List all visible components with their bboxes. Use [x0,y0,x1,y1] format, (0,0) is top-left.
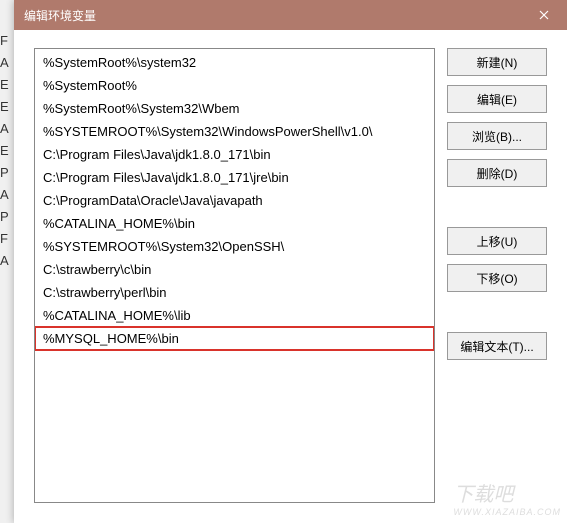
movedown-button[interactable]: 下移(O) [447,264,547,292]
moveup-button[interactable]: 上移(U) [447,227,547,255]
list-item[interactable]: %SystemRoot% [35,74,434,97]
list-item[interactable]: C:\Program Files\Java\jdk1.8.0_171\bin [35,143,434,166]
list-item[interactable]: C:\ProgramData\Oracle\Java\javapath [35,189,434,212]
window-title: 编辑环境变量 [24,7,96,24]
path-listbox-inner: %SystemRoot%\system32%SystemRoot%%System… [35,49,434,352]
list-item[interactable]: %SYSTEMROOT%\System32\OpenSSH\ [35,235,434,258]
list-item[interactable]: %SYSTEMROOT%\System32\WindowsPowerShell\… [35,120,434,143]
list-item[interactable]: C:\strawberry\perl\bin [35,281,434,304]
button-column: 新建(N) 编辑(E) 浏览(B)... 删除(D) 上移(U) 下移(O) 编… [447,48,547,505]
path-listbox[interactable]: %SystemRoot%\system32%SystemRoot%%System… [34,48,435,503]
list-item[interactable]: %CATALINA_HOME%\bin [35,212,434,235]
list-item[interactable]: %MYSQL_HOME%\bin [35,327,434,350]
edittext-button[interactable]: 编辑文本(T)... [447,332,547,360]
list-item[interactable]: %SystemRoot%\System32\Wbem [35,97,434,120]
edit-button[interactable]: 编辑(E) [447,85,547,113]
delete-button[interactable]: 删除(D) [447,159,547,187]
dialog-window: 编辑环境变量 %SystemRoot%\system32%SystemRoot%… [14,0,567,523]
new-button[interactable]: 新建(N) [447,48,547,76]
background-truncated-text: F A E E A E P A P F A [0,30,14,272]
list-item[interactable]: C:\strawberry\c\bin [35,258,434,281]
dialog-content: %SystemRoot%\system32%SystemRoot%%System… [14,30,567,523]
list-item[interactable]: %SystemRoot%\system32 [35,51,434,74]
close-button[interactable] [521,0,567,30]
list-item[interactable]: %CATALINA_HOME%\lib [35,304,434,327]
spacer [447,196,547,218]
browse-button[interactable]: 浏览(B)... [447,122,547,150]
list-item[interactable]: C:\Program Files\Java\jdk1.8.0_171\jre\b… [35,166,434,189]
spacer [447,301,547,323]
titlebar: 编辑环境变量 [14,0,567,30]
close-icon [539,10,549,20]
